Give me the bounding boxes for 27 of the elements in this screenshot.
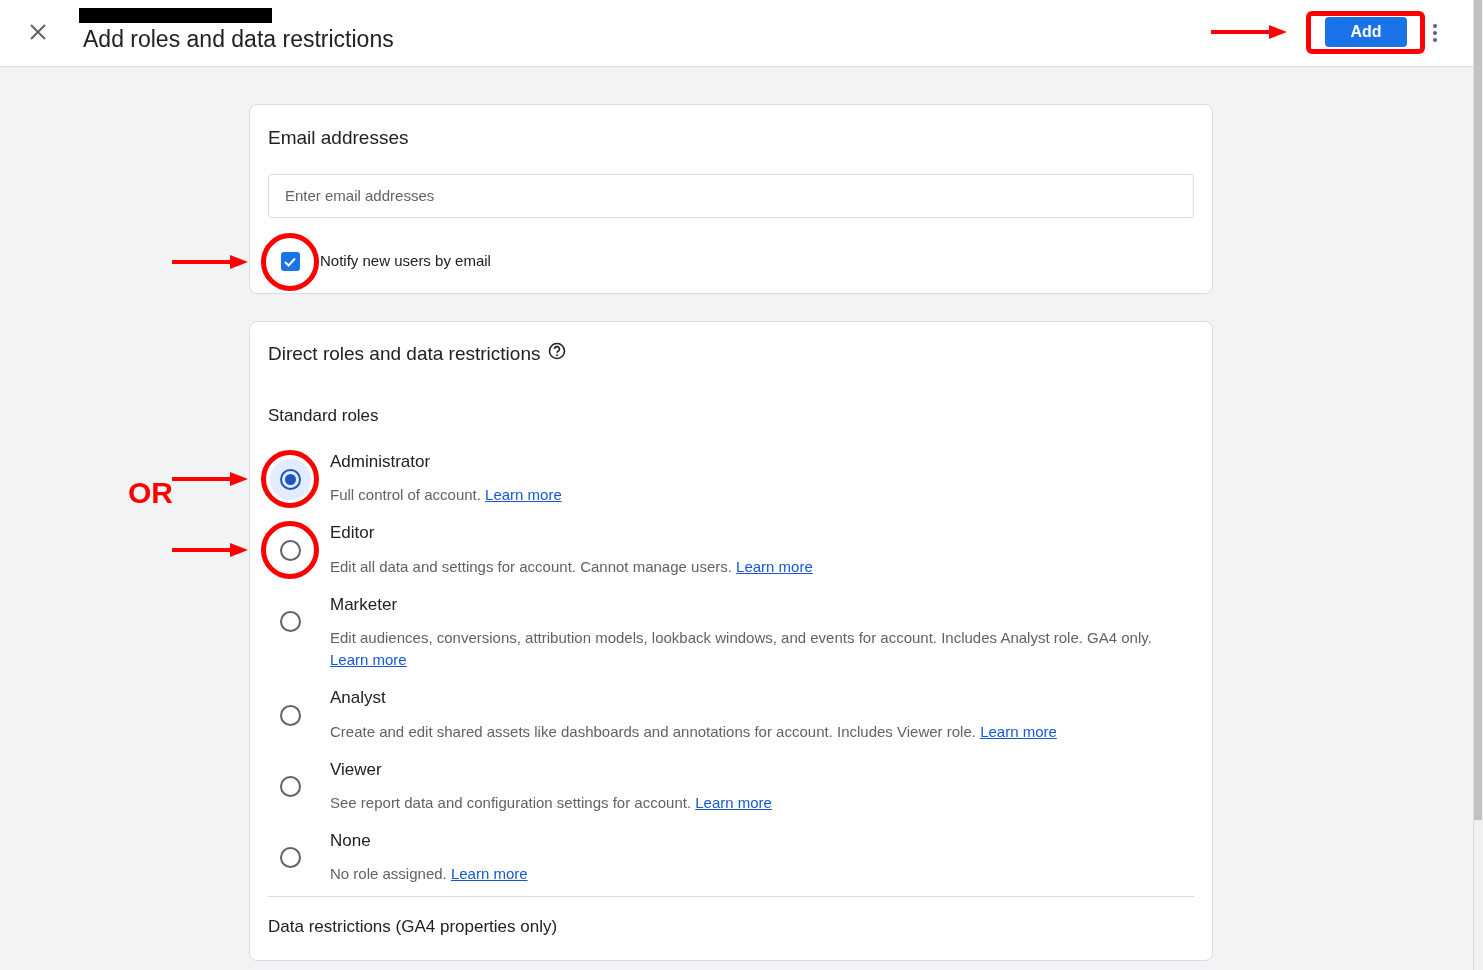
checkbox-label: Notify new users by email <box>320 251 491 272</box>
email-input-field[interactable]: Enter email addresses <box>268 173 1194 218</box>
role-name: Analyst <box>330 688 387 709</box>
role-description: Edit all data and settings for account. Cannot manage users. Learn more <box>330 556 814 577</box>
role-name: Viewer <box>330 759 383 780</box>
add-button[interactable]: Add <box>1325 17 1407 47</box>
role-name: Marketer <box>330 594 399 616</box>
page-title: Add roles and data restrictions <box>83 26 394 53</box>
role-description: No role assigned. Learn more <box>330 864 529 885</box>
role-name: Administrator <box>330 452 432 473</box>
role-description: See report data and configuration settings for account. Learn more <box>330 792 773 813</box>
section-heading: Standard roles <box>268 404 380 427</box>
card-title: Email addresses <box>268 126 410 150</box>
role-description: Create and edit shared assets like dashboards and annotations for account. Includes Viewer role. Learn more <box>330 721 1058 742</box>
learn-more-link[interactable]: Learn more <box>330 651 407 669</box>
annotation-text: OR <box>128 478 173 509</box>
role-description: Edit audiences, conversions, attribution models, lookback windows, and events for account. Includes Analyst role. GA4 only. Learn more <box>330 628 1153 671</box>
role-name: None <box>330 830 372 852</box>
learn-more-link[interactable]: Learn more <box>695 793 772 811</box>
card-title: Direct roles and data restrictions <box>268 342 541 366</box>
role-description: Full control of account. Learn more <box>330 485 563 506</box>
learn-more-link[interactable]: Learn more <box>485 486 562 504</box>
learn-more-link[interactable]: Learn more <box>450 865 528 883</box>
learn-more-link[interactable]: Learn more <box>736 557 813 575</box>
role-name: Editor <box>330 523 376 544</box>
section-heading: Data restrictions (GA4 properties only) <box>268 916 559 939</box>
learn-more-link[interactable]: Learn more <box>980 722 1057 740</box>
